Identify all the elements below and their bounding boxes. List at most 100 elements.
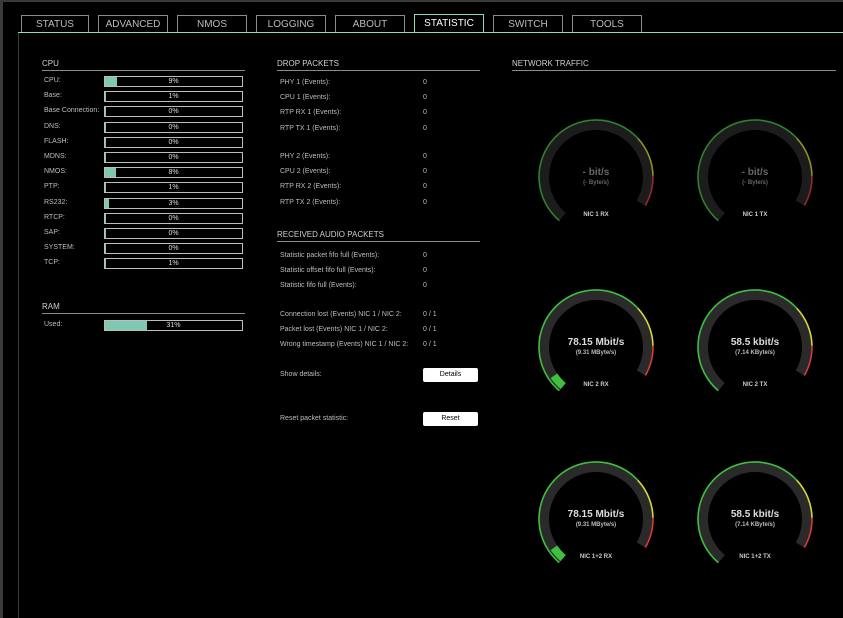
cpu-usage-value: 0% bbox=[168, 108, 179, 116]
cpu-usage-bar: 0% bbox=[104, 228, 243, 239]
drop-packet-value: 0 bbox=[423, 168, 427, 176]
drop-packet-value: 0 bbox=[423, 109, 427, 117]
details-button[interactable]: Details bbox=[423, 368, 478, 382]
cpu-row-label: RS232: bbox=[44, 198, 68, 206]
cpu-row-label: FLASH: bbox=[44, 137, 69, 145]
drop-packet-value: 0 bbox=[423, 183, 427, 191]
cpu-row-label: PTP: bbox=[44, 183, 60, 191]
gauge-label: NIC 1+2 TX bbox=[739, 554, 771, 560]
tab-logging[interactable]: LOGGING bbox=[256, 15, 326, 32]
audio-stat-label: Connection lost (Events) NIC 1 / NIC 2: bbox=[280, 311, 402, 318]
cpu-row-label: DNS: bbox=[44, 122, 61, 130]
network-traffic-section-title: NETWORK TRAFFIC bbox=[512, 59, 836, 71]
gauge-byterate: (- Byte/s) bbox=[583, 180, 609, 186]
cpu-usage-bar: 1% bbox=[104, 182, 243, 194]
cpu-usage-bar: 1% bbox=[104, 91, 243, 103]
cpu-usage-bar: 1% bbox=[104, 258, 243, 270]
cpu-row-label: CPU: bbox=[44, 77, 61, 84]
drop-packet-value: 0 bbox=[423, 124, 427, 132]
drop-packet-value: 0 bbox=[423, 198, 427, 206]
cpu-usage-bar: 0% bbox=[104, 212, 243, 224]
tab-tools[interactable]: TOOLS bbox=[572, 15, 642, 32]
gauge-label: NIC 1 RX bbox=[583, 212, 609, 218]
gauge-bitrate: - bit/s bbox=[741, 167, 769, 178]
gauge-byterate: (7.14 KByte/s) bbox=[735, 522, 775, 528]
cpu-row-label: MDNS: bbox=[44, 153, 67, 160]
traffic-gauge: 78.15 Mbit/s (9.31 MByte/s) NIC 1+2 RX bbox=[531, 459, 661, 574]
audio-stat-label: Statistic fifo full (Events): bbox=[280, 282, 357, 290]
cpu-usage-value: 9% bbox=[168, 78, 179, 85]
ram-usage-bar: 31% bbox=[104, 320, 243, 331]
audio-stat-label: Statistic offset fifo full (Events): bbox=[280, 267, 376, 275]
gauge-bitrate: 58.5 kbit/s bbox=[730, 337, 780, 348]
traffic-gauge: 58.5 kbit/s (7.14 KByte/s) NIC 2 TX bbox=[690, 287, 820, 402]
cpu-usage-value: 1% bbox=[168, 260, 179, 268]
cpu-usage-value: 1% bbox=[168, 184, 179, 192]
cpu-usage-value: 0% bbox=[168, 154, 179, 161]
drop-packet-label: CPU 2 (Events): bbox=[280, 168, 331, 176]
audio-stat-label: Statistic packet fifo full (Events): bbox=[280, 252, 380, 259]
gauge-byterate: (7.14 KByte/s) bbox=[735, 350, 775, 356]
cpu-usage-value: 0% bbox=[168, 230, 179, 237]
content-border bbox=[18, 33, 19, 618]
drop-packet-label: RTP TX 2 (Events): bbox=[280, 198, 341, 206]
drop-packet-label: PHY 1 (Events): bbox=[280, 79, 331, 86]
cpu-row-label: RTCP: bbox=[44, 213, 65, 221]
traffic-gauge: - bit/s (- Byte/s) NIC 1 TX bbox=[690, 117, 820, 232]
traffic-gauge: 58.5 kbit/s (7.14 KByte/s) NIC 1+2 TX bbox=[690, 459, 820, 574]
tab-switch[interactable]: SWITCH bbox=[493, 15, 563, 32]
drop-packet-value: 0 bbox=[423, 153, 427, 160]
drop-packet-label: CPU 1 (Events): bbox=[280, 94, 331, 102]
cpu-row-label: NMOS: bbox=[44, 168, 67, 176]
cpu-usage-bar: 8% bbox=[104, 167, 243, 179]
cpu-usage-bar: 9% bbox=[104, 76, 243, 87]
drop-packet-value: 0 bbox=[423, 79, 427, 86]
cpu-row-label: TCP: bbox=[44, 259, 60, 267]
tab-status[interactable]: STATUS bbox=[21, 15, 89, 32]
cpu-section-title: CPU bbox=[42, 59, 245, 71]
cpu-row-label: Base: bbox=[44, 92, 62, 100]
cpu-usage-bar: 0% bbox=[104, 106, 243, 118]
cpu-row-label: SYSTEM: bbox=[44, 244, 75, 252]
cpu-usage-value: 1% bbox=[168, 93, 179, 101]
cpu-usage-value: 0% bbox=[168, 123, 179, 131]
gauge-label: NIC 2 TX bbox=[742, 382, 768, 388]
audio-stat-value: 0 / 1 bbox=[423, 326, 437, 334]
drop-packet-label: RTP TX 1 (Events): bbox=[280, 124, 341, 132]
gauge-byterate: (9.31 MByte/s) bbox=[575, 350, 617, 356]
cpu-usage-bar: 0% bbox=[104, 152, 243, 163]
cpu-usage-value: 8% bbox=[168, 169, 179, 177]
audio-stat-value: 0 / 1 bbox=[423, 311, 437, 318]
show-details-label: Show details: bbox=[280, 371, 322, 378]
ram-usage-value: 31% bbox=[166, 322, 181, 329]
gauge-label: NIC 1 TX bbox=[742, 212, 768, 218]
audio-stat-value: 0 bbox=[423, 267, 427, 275]
gauge-label: NIC 1+2 RX bbox=[579, 554, 613, 560]
audio-stat-value: 0 bbox=[423, 282, 427, 290]
ram-row-label: Used: bbox=[44, 321, 63, 328]
cpu-usage-bar: 3% bbox=[104, 197, 243, 209]
traffic-gauge: - bit/s (- Byte/s) NIC 1 RX bbox=[531, 117, 661, 232]
cpu-usage-bar: 0% bbox=[104, 136, 243, 148]
gauge-bitrate: 78.15 Mbit/s bbox=[567, 337, 625, 348]
cpu-row-label: Base Connection: bbox=[44, 107, 100, 115]
cpu-usage-value: 0% bbox=[168, 245, 179, 253]
tab-advanced[interactable]: ADVANCED bbox=[98, 15, 168, 32]
ram-section-title: RAM bbox=[42, 302, 245, 314]
tab-statistic[interactable]: STATISTIC bbox=[414, 14, 484, 33]
gauge-bitrate: 78.15 Mbit/s bbox=[567, 509, 625, 520]
audio-stat-value: 0 bbox=[423, 252, 427, 259]
cpu-usage-bar: 0% bbox=[104, 243, 243, 255]
reset-button[interactable]: Reset bbox=[423, 412, 478, 426]
tab-about[interactable]: ABOUT bbox=[335, 15, 405, 32]
gauge-byterate: (9.31 MByte/s) bbox=[575, 522, 617, 528]
cpu-usage-bar: 0% bbox=[104, 121, 243, 133]
drop-packet-label: RTP RX 1 (Events): bbox=[280, 109, 342, 117]
drop-packet-value: 0 bbox=[423, 94, 427, 102]
gauge-bitrate: - bit/s bbox=[582, 167, 610, 178]
tab-nmos[interactable]: NMOS bbox=[177, 15, 247, 32]
drop-packet-label: RTP RX 2 (Events): bbox=[280, 183, 342, 191]
cpu-row-label: SAP: bbox=[44, 229, 60, 236]
cpu-usage-value: 0% bbox=[168, 214, 179, 222]
audio-stat-label: Packet lost (Events) NIC 1 / NIC 2: bbox=[280, 326, 388, 334]
